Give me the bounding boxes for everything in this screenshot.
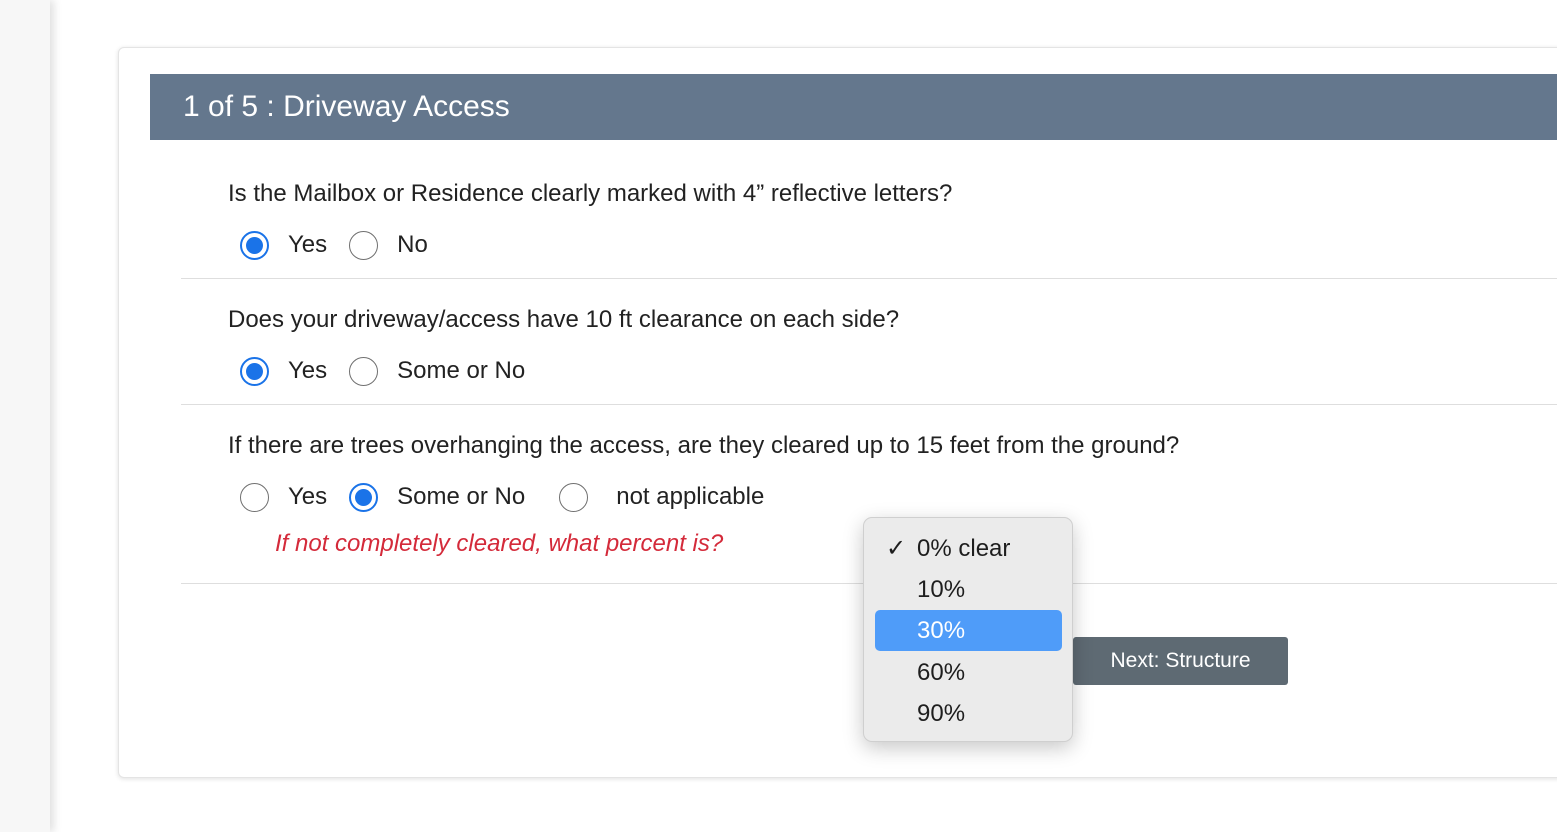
dropdown-option-label: 90%	[917, 700, 966, 727]
dropdown-option-label: 10%	[917, 576, 966, 603]
radio-mailbox-no-label[interactable]: No	[397, 231, 428, 259]
divider	[181, 278, 1557, 279]
question-trees-cleared: If there are trees overhanging the acces…	[228, 432, 1180, 459]
radio-clearance-some-or-no-label[interactable]: Some or No	[397, 357, 525, 385]
dropdown-option-label: 0% clear	[917, 535, 1011, 562]
dropdown-option-label: 30%	[917, 617, 966, 644]
form-card	[118, 47, 1557, 778]
dropdown-option-label: 60%	[917, 659, 966, 686]
radio-mailbox-yes-label[interactable]: Yes	[288, 231, 327, 259]
radio-mailbox-no[interactable]	[349, 230, 379, 260]
checkmark-icon: ✓	[886, 535, 907, 562]
radio-trees-yes[interactable]	[240, 482, 269, 512]
dropdown-option-0-clear[interactable]: ✓ 0% clear	[875, 528, 1062, 569]
question-driveway-clearance: Does your driveway/access have 10 ft cle…	[228, 306, 900, 333]
radio-clearance-yes-label[interactable]: Yes	[288, 357, 327, 385]
radio-group-mailbox-marked: Yes No	[240, 228, 450, 262]
section-title: 1 of 5 : Driveway Access	[183, 90, 510, 123]
dropdown-option-10[interactable]: 10%	[875, 569, 1062, 610]
radio-trees-not-applicable[interactable]	[559, 482, 589, 512]
percent-cleared-dropdown[interactable]: ✓ 0% clear 10% 30% 60% 90%	[863, 517, 1073, 742]
radio-trees-some-or-no-label[interactable]: Some or No	[397, 483, 525, 511]
radio-clearance-yes[interactable]	[240, 356, 269, 386]
dropdown-option-30[interactable]: 30%	[875, 610, 1062, 651]
radio-trees-yes-label[interactable]: Yes	[288, 483, 327, 511]
percent-cleared-prompt: If not completely cleared, what percent …	[275, 530, 724, 557]
radio-trees-some-or-no[interactable]	[349, 482, 379, 512]
dropdown-option-60[interactable]: 60%	[875, 652, 1062, 693]
radio-group-driveway-clearance: Yes Some or No	[240, 354, 547, 388]
sidebar-edge	[0, 0, 50, 832]
radio-mailbox-yes[interactable]	[240, 230, 269, 260]
radio-clearance-some-or-no[interactable]	[349, 356, 379, 386]
radio-group-trees-cleared: Yes Some or No not applicable	[240, 480, 786, 514]
question-mailbox-marked: Is the Mailbox or Residence clearly mark…	[228, 180, 953, 207]
next-structure-button[interactable]: Next: Structure	[1073, 637, 1288, 685]
radio-trees-not-applicable-label[interactable]: not applicable	[616, 483, 764, 511]
section-header: 1 of 5 : Driveway Access	[150, 74, 1557, 140]
dropdown-option-90[interactable]: 90%	[875, 693, 1062, 734]
divider	[181, 404, 1557, 405]
